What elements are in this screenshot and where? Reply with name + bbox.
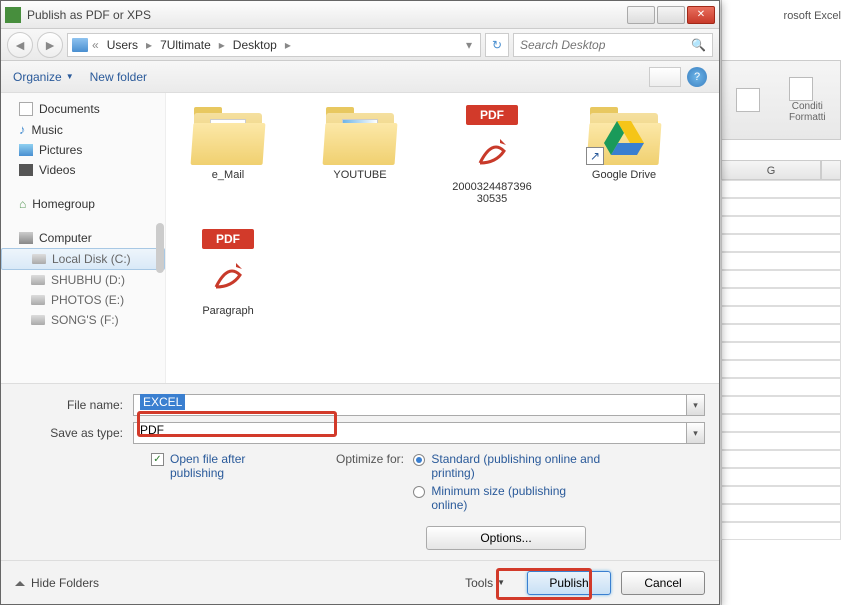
optimize-label: Optimize for: xyxy=(336,452,404,466)
pdf-icon: PDF xyxy=(194,229,262,299)
hide-folders-button[interactable]: Hide Folders xyxy=(15,576,99,590)
maximize-button[interactable] xyxy=(657,6,685,24)
crumb-7ultimate[interactable]: 7Ultimate xyxy=(156,38,215,52)
filename-label: File name: xyxy=(15,398,133,412)
radio-icon xyxy=(413,486,425,498)
options-button[interactable]: Options... xyxy=(426,526,586,550)
chevron-right-icon[interactable]: ▸ xyxy=(283,38,293,52)
computer-icon xyxy=(19,232,33,244)
sidebar-documents[interactable]: Documents xyxy=(1,99,165,119)
videos-icon xyxy=(19,164,33,176)
drive-icon xyxy=(31,295,45,305)
excel-ribbon: Conditi Formatti xyxy=(721,60,841,140)
drive-icon xyxy=(31,315,45,325)
column-header-g[interactable]: G xyxy=(721,160,821,180)
dialog-footer: Hide Folders Tools ▼ Publish Cancel xyxy=(1,560,719,604)
savetype-label: Save as type: xyxy=(15,426,133,440)
folder-google-drive[interactable]: ↗ Google Drive xyxy=(574,105,674,205)
excel-app-title: rosoft Excel xyxy=(784,10,841,22)
folder-icon xyxy=(192,105,264,163)
sidebar-drive-d[interactable]: SHUBHU (D:) xyxy=(1,270,165,290)
filename-input[interactable]: EXCEL xyxy=(133,394,687,416)
file-pdf-number[interactable]: PDF 2000324487396 30535 xyxy=(442,105,542,205)
drive-icon xyxy=(31,275,45,285)
checkbox-icon: ✓ xyxy=(151,453,164,466)
tools-dropdown[interactable]: Tools ▼ xyxy=(465,576,505,590)
pictures-icon xyxy=(19,144,33,156)
chevron-right-icon[interactable]: « xyxy=(90,38,101,52)
homegroup-icon: ⌂ xyxy=(19,197,26,211)
radio-minimum[interactable]: Minimum size (publishing online) xyxy=(413,484,601,512)
music-icon: ♪ xyxy=(19,122,26,137)
excel-background: rosoft Excel Conditi Formatti G xyxy=(721,0,841,605)
radio-standard[interactable]: Standard (publishing online and printing… xyxy=(413,452,601,480)
sidebar-drive-f[interactable]: SONG'S (F:) xyxy=(1,310,165,330)
sidebar-pictures[interactable]: Pictures xyxy=(1,140,165,160)
sidebar-computer[interactable]: Computer xyxy=(1,228,165,248)
chevron-down-icon: ▼ xyxy=(66,72,74,81)
refresh-button[interactable]: ↻ xyxy=(485,33,509,57)
excel-app-icon xyxy=(5,7,21,23)
back-button[interactable]: ◄ xyxy=(7,32,33,58)
open-after-checkbox[interactable]: ✓ Open file after publishing xyxy=(151,452,336,480)
sidebar-homegroup[interactable]: ⌂Homegroup xyxy=(1,194,165,214)
breadcrumb-dropdown[interactable]: ▾ xyxy=(462,38,476,52)
dialog-title: Publish as PDF or XPS xyxy=(27,8,627,22)
folder-icon: ↗ xyxy=(588,105,660,163)
navigation-bar: ◄ ► « Users ▸ 7Ultimate ▸ Desktop ▸ ▾ ↻ … xyxy=(1,29,719,61)
breadcrumb[interactable]: « Users ▸ 7Ultimate ▸ Desktop ▸ ▾ xyxy=(67,33,481,57)
drive-icon xyxy=(32,254,46,264)
chevron-right-icon[interactable]: ▸ xyxy=(217,38,227,52)
search-icon[interactable]: 🔍 xyxy=(691,38,706,52)
publish-dialog: Publish as PDF or XPS ✕ ◄ ► « Users ▸ 7U… xyxy=(0,0,720,605)
cancel-button[interactable]: Cancel xyxy=(621,571,705,595)
location-icon xyxy=(72,38,88,52)
folder-email[interactable]: e_Mail xyxy=(178,105,278,205)
crumb-desktop[interactable]: Desktop xyxy=(229,38,281,52)
titlebar[interactable]: Publish as PDF or XPS ✕ xyxy=(1,1,719,29)
search-box[interactable]: 🔍 xyxy=(513,33,713,57)
radio-icon xyxy=(413,454,425,466)
sidebar-drive-c[interactable]: Local Disk (C:) xyxy=(1,248,165,270)
forward-button[interactable]: ► xyxy=(37,32,63,58)
bottom-panel: File name: EXCEL ▾ Save as type: PDF ▾ ✓… xyxy=(1,383,719,560)
pdf-icon: PDF xyxy=(458,105,526,175)
decimal-icon xyxy=(736,88,760,112)
caret-up-icon xyxy=(15,576,25,586)
file-paragraph-pdf[interactable]: PDF Paragraph xyxy=(178,229,278,317)
publish-button[interactable]: Publish xyxy=(527,571,611,595)
folder-youtube[interactable]: YOUTUBE xyxy=(310,105,410,205)
sidebar-drive-e[interactable]: PHOTOS (E:) xyxy=(1,290,165,310)
shortcut-icon: ↗ xyxy=(586,147,604,165)
savetype-input[interactable]: PDF xyxy=(133,422,687,444)
excel-grid: G xyxy=(721,160,841,540)
filename-dropdown[interactable]: ▾ xyxy=(687,394,705,416)
sidebar-scrollbar[interactable] xyxy=(156,223,164,273)
savetype-dropdown[interactable]: ▾ xyxy=(687,422,705,444)
new-folder-button[interactable]: New folder xyxy=(90,70,147,84)
view-mode-button[interactable] xyxy=(649,67,681,87)
minimize-button[interactable] xyxy=(627,6,655,24)
crumb-users[interactable]: Users xyxy=(103,38,142,52)
sidebar-videos[interactable]: Videos xyxy=(1,160,165,180)
search-input[interactable] xyxy=(520,38,691,52)
documents-icon xyxy=(19,102,33,116)
organize-button[interactable]: Organize ▼ xyxy=(13,70,74,84)
folder-icon xyxy=(324,105,396,163)
help-button[interactable]: ? xyxy=(687,67,707,87)
toolbar: Organize ▼ New folder ? xyxy=(1,61,719,93)
chevron-down-icon: ▼ xyxy=(497,578,505,587)
close-button[interactable]: ✕ xyxy=(687,6,715,24)
chevron-right-icon[interactable]: ▸ xyxy=(144,38,154,52)
sidebar-music[interactable]: ♪Music xyxy=(1,119,165,140)
sidebar: Documents ♪Music Pictures Videos ⌂Homegr… xyxy=(1,93,166,383)
file-pane[interactable]: e_Mail YOUTUBE PDF 2000324487396 30535 ↗ xyxy=(166,93,719,383)
conditional-formatting-icon xyxy=(789,77,813,101)
